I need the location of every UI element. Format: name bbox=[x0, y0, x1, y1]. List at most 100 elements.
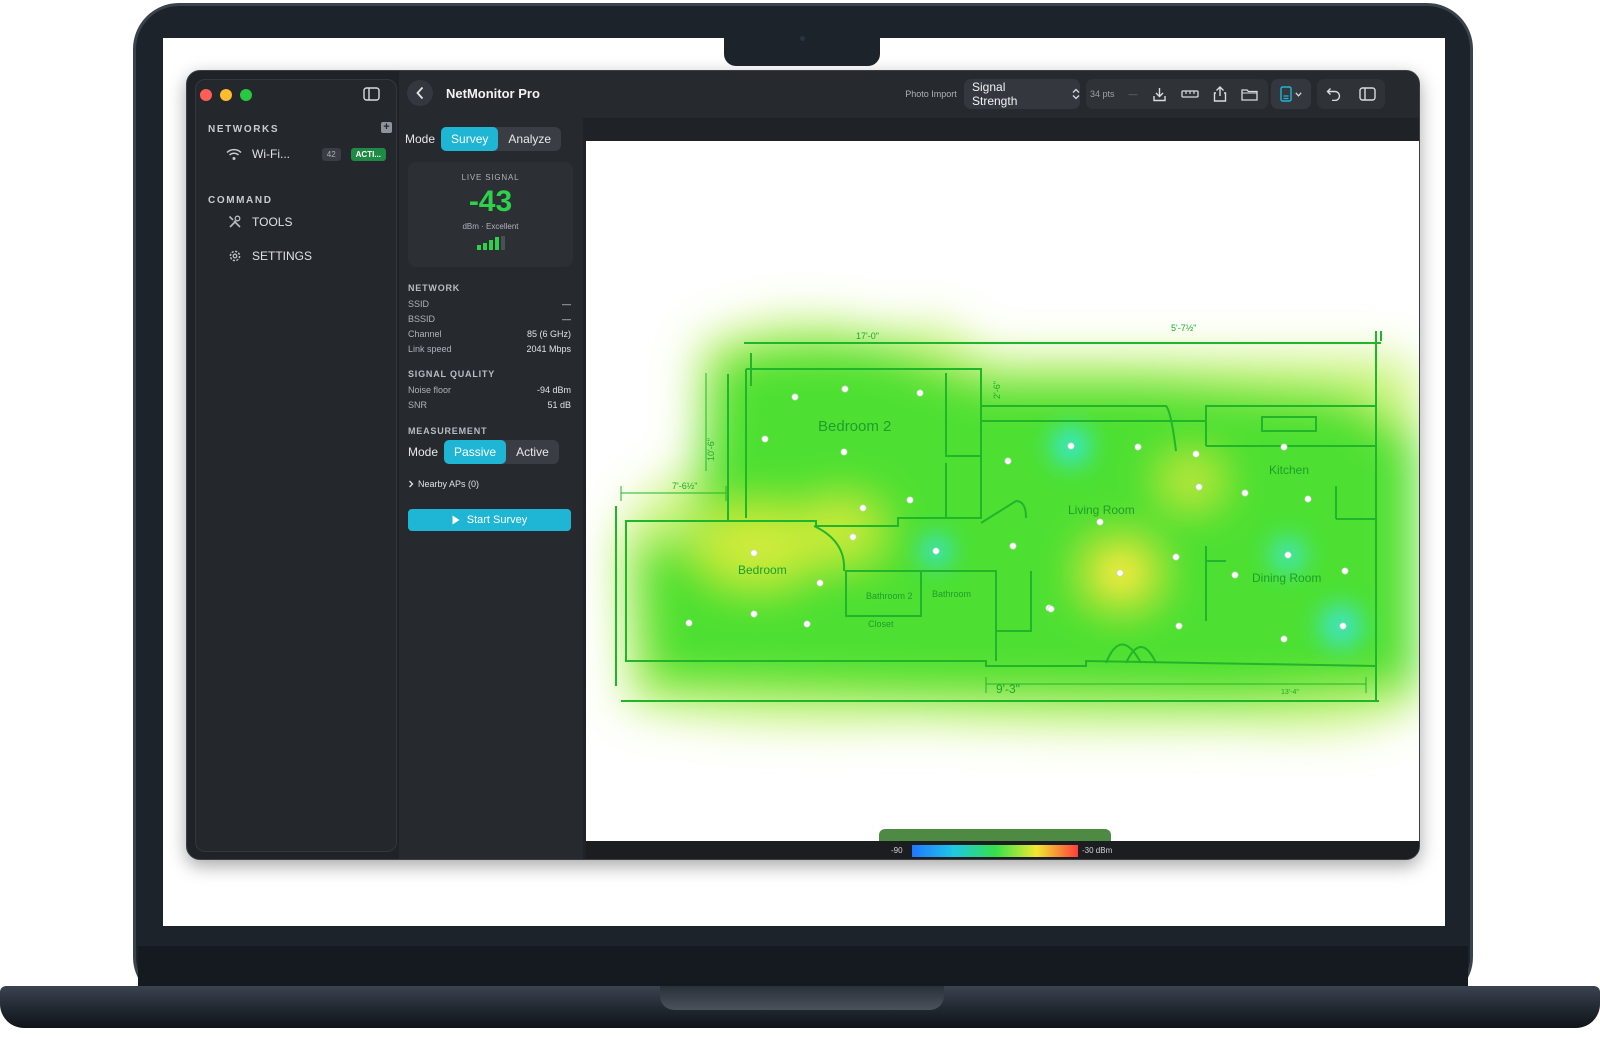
download-icon[interactable] bbox=[1152, 87, 1167, 102]
noise-floor-row: Noise floor -94 dBm bbox=[408, 385, 571, 395]
row-label: SNR bbox=[408, 400, 428, 410]
row-value: — bbox=[562, 314, 571, 324]
command-section-label: COMMAND bbox=[208, 195, 273, 206]
survey-point[interactable] bbox=[932, 547, 940, 555]
row-value: 85 (6 GHz) bbox=[526, 329, 571, 339]
ssid-row: SSID — bbox=[408, 299, 571, 309]
play-icon bbox=[452, 515, 460, 525]
plus-icon[interactable]: + bbox=[381, 122, 392, 133]
passive-tab[interactable]: Passive bbox=[444, 440, 507, 464]
live-signal-value: -43 bbox=[468, 185, 513, 218]
network-section-header: NETWORK bbox=[408, 283, 461, 293]
minimize-window-button[interactable] bbox=[220, 89, 232, 101]
folder-icon[interactable] bbox=[1240, 88, 1258, 101]
sidebar: NETWORKS + Wi-Fi... 42 ACTI... COMMAND T… bbox=[195, 79, 397, 852]
sidebar-item-tools[interactable]: TOOLS bbox=[228, 215, 292, 229]
sidebar-item-settings[interactable]: SETTINGS bbox=[228, 249, 312, 263]
dimension-label: 2'-6" bbox=[992, 381, 1002, 399]
survey-point[interactable] bbox=[1172, 553, 1180, 561]
survey-point[interactable] bbox=[1116, 569, 1124, 577]
room-label-bathroom: Bathroom bbox=[932, 589, 971, 599]
points-toolbar-group: 34 pts — bbox=[1086, 79, 1268, 109]
survey-point[interactable] bbox=[1241, 489, 1249, 497]
survey-point[interactable] bbox=[849, 533, 857, 541]
room-label-bathroom-2: Bathroom 2 bbox=[866, 591, 913, 601]
mode-survey-tab[interactable]: Survey bbox=[441, 127, 499, 151]
survey-point[interactable] bbox=[750, 610, 758, 618]
nearby-aps-disclosure[interactable]: Nearby APs (0) bbox=[408, 479, 479, 489]
inspector-toggle-icon[interactable] bbox=[1359, 87, 1376, 101]
history-toolbar-group bbox=[1317, 79, 1385, 109]
layer-select[interactable]: Signal Strength bbox=[964, 79, 1080, 109]
row-value: — bbox=[562, 299, 571, 309]
tools-icon bbox=[228, 215, 242, 229]
status-badge: ACTI... bbox=[350, 147, 386, 161]
laptop-chin bbox=[138, 946, 1468, 986]
live-signal-card: LIVE SIGNAL -43 dBm · Excellent bbox=[408, 162, 573, 267]
room-label-bedroom-2: Bedroom 2 bbox=[818, 418, 891, 435]
survey-point[interactable] bbox=[1284, 551, 1292, 559]
room-label-kitchen: Kitchen bbox=[1269, 463, 1309, 477]
survey-point[interactable] bbox=[1304, 495, 1312, 503]
share-icon[interactable] bbox=[1213, 86, 1227, 102]
mode-analyze-tab[interactable]: Analyze bbox=[498, 127, 561, 151]
back-button[interactable] bbox=[407, 80, 433, 106]
survey-point[interactable] bbox=[1175, 622, 1183, 630]
measurement-mode-label: Mode bbox=[408, 445, 439, 459]
undo-icon[interactable] bbox=[1326, 87, 1341, 101]
sidebar-item-label: TOOLS bbox=[252, 215, 293, 229]
survey-point[interactable] bbox=[1096, 518, 1104, 526]
snr-row: SNR 51 dB bbox=[408, 400, 571, 410]
survey-point[interactable] bbox=[685, 619, 693, 627]
survey-point[interactable] bbox=[906, 496, 914, 504]
photo-import-button[interactable]: Photo Import bbox=[901, 80, 961, 108]
survey-point[interactable] bbox=[1192, 450, 1200, 458]
survey-point[interactable] bbox=[859, 504, 867, 512]
laptop-hinge bbox=[660, 986, 944, 1010]
survey-point[interactable] bbox=[816, 579, 824, 587]
survey-point[interactable] bbox=[1280, 443, 1288, 451]
survey-point[interactable] bbox=[1047, 605, 1055, 613]
survey-point[interactable] bbox=[1339, 622, 1347, 630]
floorplan-canvas[interactable]: 17'-0" 5'-7½" 10'-6" 7'-6½" 2'-6" 9'-3" … bbox=[586, 141, 1419, 841]
survey-point[interactable] bbox=[1134, 443, 1142, 451]
sidebar-item-wifi[interactable]: Wi-Fi... 42 ACTI... bbox=[226, 147, 386, 161]
survey-point[interactable] bbox=[916, 389, 924, 397]
row-label: BSSID bbox=[408, 314, 436, 324]
survey-point[interactable] bbox=[1004, 457, 1012, 465]
export-menu-button[interactable] bbox=[1271, 79, 1311, 109]
active-tab[interactable]: Active bbox=[506, 440, 559, 464]
app-window: NETWORKS + Wi-Fi... 42 ACTI... COMMAND T… bbox=[186, 70, 1420, 860]
mode-control: Mode Survey Analyze bbox=[405, 127, 562, 151]
chevron-up-down-icon bbox=[1072, 88, 1080, 100]
room-label-dining-room: Dining Room bbox=[1252, 571, 1321, 585]
gear-icon bbox=[228, 249, 242, 263]
network-count-badge: 42 bbox=[321, 147, 341, 161]
survey-point[interactable] bbox=[803, 620, 811, 628]
ruler-icon[interactable] bbox=[1180, 89, 1199, 99]
networks-section-label: NETWORKS bbox=[208, 124, 280, 135]
survey-point[interactable] bbox=[1195, 483, 1203, 491]
sidebar-toggle-icon[interactable] bbox=[363, 87, 380, 101]
room-label-bedroom: Bedroom bbox=[738, 563, 787, 577]
close-window-button[interactable] bbox=[200, 89, 212, 101]
start-survey-button[interactable]: Start Survey bbox=[408, 509, 571, 531]
row-value: 51 dB bbox=[547, 400, 571, 410]
survey-point[interactable] bbox=[761, 435, 769, 443]
survey-point[interactable] bbox=[1341, 567, 1349, 575]
survey-point[interactable] bbox=[841, 385, 849, 393]
survey-point[interactable] bbox=[1231, 571, 1239, 579]
document-export-icon bbox=[1280, 86, 1292, 102]
survey-point[interactable] bbox=[791, 393, 799, 401]
survey-point[interactable] bbox=[840, 448, 848, 456]
survey-point[interactable] bbox=[750, 549, 758, 557]
mode-label: Mode bbox=[405, 132, 436, 146]
survey-point[interactable] bbox=[1009, 542, 1017, 550]
bssid-row: BSSID — bbox=[408, 314, 571, 324]
zoom-window-button[interactable] bbox=[240, 89, 252, 101]
survey-point[interactable] bbox=[1280, 635, 1288, 643]
survey-point[interactable] bbox=[1067, 442, 1075, 450]
camera-icon bbox=[800, 36, 805, 41]
measurement-mode-control: Mode Passive Active bbox=[408, 440, 559, 464]
legend-min-label: -90 bbox=[891, 846, 903, 855]
